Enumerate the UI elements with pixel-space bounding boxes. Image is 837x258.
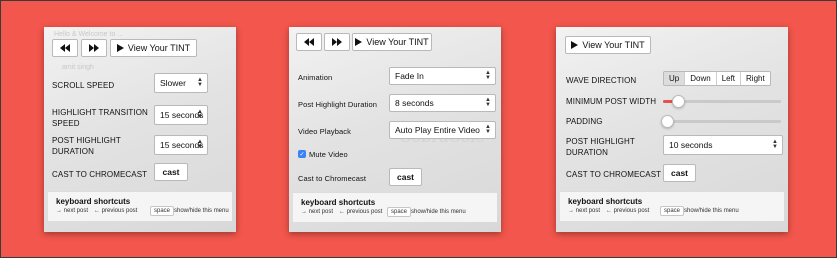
space-key: space	[660, 206, 685, 216]
post-highlight-value: 10 seconds	[669, 140, 713, 150]
post-highlight-select[interactable]: 8 seconds ▲ ▼	[389, 94, 496, 112]
wave-direction-toggle: Up Down Left Right	[663, 71, 771, 86]
faint-header-text: Hello & Welcome to ...	[54, 31, 124, 38]
fast-forward-button[interactable]	[81, 39, 107, 57]
wave-direction-label: WAVE DIRECTION	[566, 76, 637, 85]
show-hide-hint: show/hide this menu	[684, 208, 739, 214]
play-icon	[355, 38, 363, 46]
min-post-width-label: MINIMUM POST WIDTH	[566, 97, 657, 106]
min-post-width-knob[interactable]	[672, 95, 685, 108]
shortcuts-title: keyboard shortcuts	[568, 197, 643, 206]
wave-option-up[interactable]: Up	[664, 72, 685, 85]
scroll-speed-value: Slower	[160, 78, 186, 88]
select-arrows-icon: ▲ ▼	[197, 139, 203, 150]
fast-forward-icon	[89, 44, 99, 52]
scroll-speed-label: SCROLL SPEED	[52, 81, 115, 90]
cast-button[interactable]: cast	[154, 163, 188, 181]
rewind-icon	[304, 38, 314, 46]
next-post-hint: → next post	[56, 208, 89, 214]
select-arrows-icon: ▲ ▼	[485, 124, 491, 135]
mute-video-checkbox[interactable]: ✓	[298, 150, 306, 158]
cast-label: CAST TO CHROMECAST	[566, 170, 662, 179]
video-playback-label: Video Playback	[298, 127, 351, 136]
shortcuts-title: keyboard shortcuts	[301, 198, 376, 207]
show-hide-hint: show/hide this menu	[174, 208, 229, 214]
padding-label: PADDING	[566, 117, 603, 126]
keyboard-shortcuts: keyboard shortcuts → next post ← previou…	[560, 191, 784, 221]
select-arrows-icon: ▲ ▼	[485, 70, 491, 81]
next-post-hint: → next post	[301, 209, 334, 215]
view-tint-label: View Your TINT	[127, 43, 191, 53]
view-tint-button[interactable]: View Your TINT	[352, 33, 432, 51]
space-key: space	[387, 207, 412, 217]
view-tint-label: View Your TINT	[582, 40, 645, 50]
padding-knob[interactable]	[661, 115, 674, 128]
highlight-transition-select[interactable]: 15 seconds ▲ ▼	[154, 105, 208, 125]
play-icon	[116, 44, 124, 52]
post-highlight-select[interactable]: 15 seconds ▲ ▼	[154, 135, 208, 155]
settings-panel-2: CobraCole View Your TINT Animation Fade …	[289, 27, 501, 232]
show-hide-hint: show/hide this menu	[411, 209, 466, 215]
mute-video-label: Mute Video	[309, 150, 348, 159]
select-arrows-icon: ▲ ▼	[772, 139, 778, 150]
post-highlight-select[interactable]: 10 seconds ▲ ▼	[663, 135, 783, 155]
shortcuts-title: keyboard shortcuts	[56, 197, 131, 206]
post-highlight-value: 8 seconds	[395, 98, 434, 108]
cast-label: CAST TO CHROMECAST	[52, 170, 148, 179]
video-playback-select[interactable]: Auto Play Entire Video ▲ ▼	[389, 121, 496, 139]
select-arrows-icon: ▲ ▼	[197, 77, 203, 88]
rewind-icon	[60, 44, 70, 52]
fast-forward-icon	[332, 38, 342, 46]
prev-post-hint: ← previous post	[94, 208, 138, 214]
settings-panel-3: View Your TINT WAVE DIRECTION Up Down Le…	[556, 27, 788, 232]
keyboard-shortcuts: keyboard shortcuts → next post ← previou…	[293, 192, 497, 222]
prev-post-hint: ← previous post	[339, 209, 383, 215]
rewind-button[interactable]	[296, 33, 322, 51]
wave-option-down[interactable]: Down	[684, 72, 715, 85]
padding-slider[interactable]	[661, 115, 781, 128]
keyboard-shortcuts: keyboard shortcuts → next post ← previou…	[48, 191, 232, 221]
view-tint-button[interactable]: View Your TINT	[110, 39, 197, 57]
cast-button[interactable]: cast	[389, 168, 422, 186]
next-post-hint: → next post	[568, 208, 601, 214]
fast-forward-button[interactable]	[324, 33, 350, 51]
settings-panel-1: Hello & Welcome to ... amit singh View Y…	[44, 27, 236, 232]
wave-option-left[interactable]: Left	[715, 72, 740, 85]
cast-label: Cast to Chromecast	[298, 174, 367, 183]
select-arrows-icon: ▲ ▼	[485, 97, 491, 108]
video-playback-value: Auto Play Entire Video	[395, 125, 480, 135]
min-post-width-slider[interactable]	[663, 95, 781, 108]
rewind-button[interactable]	[52, 39, 78, 57]
prev-post-hint: ← previous post	[606, 208, 650, 214]
animation-value: Fade In	[395, 71, 424, 81]
play-icon	[571, 41, 579, 49]
faint-author-text: amit singh	[62, 64, 94, 71]
space-key: space	[150, 206, 175, 216]
wave-option-right[interactable]: Right	[740, 72, 770, 85]
view-tint-label: View Your TINT	[366, 37, 429, 47]
post-highlight-label: POST HIGHLIGHT DURATION	[52, 136, 121, 156]
animation-label: Animation	[298, 73, 333, 82]
scroll-speed-select[interactable]: Slower ▲ ▼	[154, 73, 208, 93]
highlight-transition-label: HIGHLIGHT TRANSITION SPEED	[52, 108, 148, 128]
select-arrows-icon: ▲ ▼	[197, 109, 203, 120]
animation-select[interactable]: Fade In ▲ ▼	[389, 67, 496, 85]
cast-button[interactable]: cast	[663, 164, 696, 182]
view-tint-button[interactable]: View Your TINT	[565, 36, 651, 54]
post-highlight-label: POST HIGHLIGHT DURATION	[566, 137, 635, 157]
post-highlight-label: Post Highlight Duration	[298, 100, 378, 109]
